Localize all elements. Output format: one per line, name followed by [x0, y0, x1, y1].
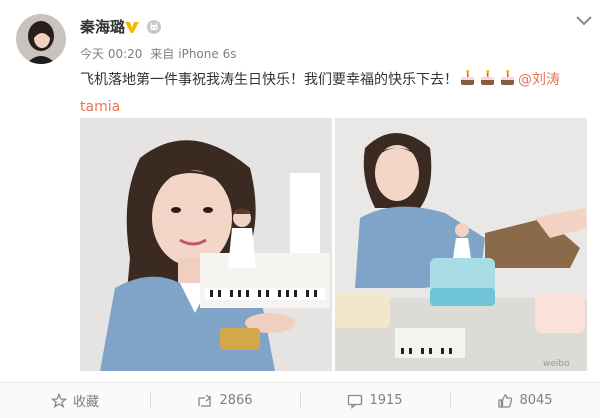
- repost-button[interactable]: 2866: [150, 383, 300, 418]
- verified-icon: [125, 22, 139, 33]
- chevron-down-icon[interactable]: [575, 14, 593, 28]
- like-icon: [498, 393, 513, 408]
- favorite-label: 收藏: [72, 395, 99, 410]
- source-prefix: 来自: [150, 47, 175, 61]
- like-count: 8045: [519, 393, 553, 408]
- comment-count: 1915: [369, 393, 403, 408]
- post-text: 飞机落地第一件事祝我涛生日快乐！我们要幸福的快乐下去！ @刘涛tamia: [80, 68, 585, 119]
- cake-icon: [501, 70, 514, 85]
- post-source[interactable]: iPhone 6s: [178, 47, 236, 61]
- action-bar: 收藏 2866 1915 8045: [0, 383, 600, 418]
- favorite-button[interactable]: 收藏: [0, 383, 150, 418]
- repost-count: 2866: [219, 393, 253, 408]
- cake-emojis: [458, 69, 518, 95]
- star-icon: [50, 392, 67, 408]
- comment-icon: [348, 394, 363, 409]
- cake-icon: [481, 70, 494, 85]
- member-badge-icon[interactable]: [146, 19, 162, 35]
- repost-icon: [198, 393, 212, 407]
- post-meta: 今天 00:20 来自 iPhone 6s: [80, 46, 240, 62]
- avatar[interactable]: [16, 14, 66, 64]
- cake-icon: [461, 70, 474, 85]
- author-name[interactable]: 秦海璐: [80, 17, 125, 37]
- post-body: 飞机落地第一件事祝我涛生日快乐！我们要幸福的快乐下去！: [80, 72, 458, 88]
- weibo-post: 秦海璐 今天 00:20 来自 iPhone 6s 飞机落地第一件事祝我涛生日快乐…: [0, 0, 600, 418]
- image-watermark: weibo: [543, 359, 570, 369]
- post-image-1[interactable]: [80, 118, 332, 371]
- comment-button[interactable]: 1915: [300, 383, 450, 418]
- post-image-2[interactable]: weibo: [335, 118, 587, 371]
- post-time[interactable]: 今天 00:20: [80, 47, 142, 61]
- like-button[interactable]: 8045: [450, 383, 600, 418]
